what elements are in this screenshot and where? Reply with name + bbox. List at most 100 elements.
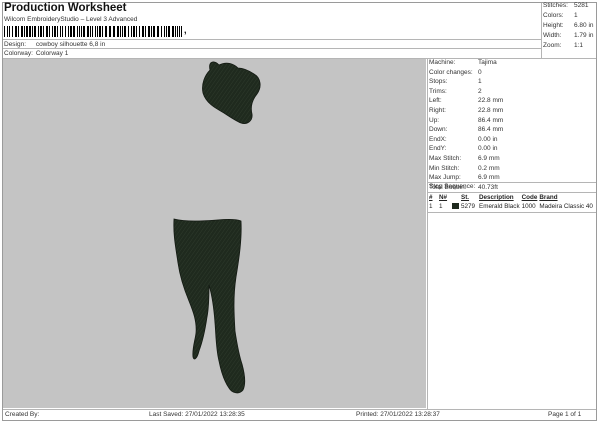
barcode-bar [164, 26, 165, 37]
barcode-bar [142, 26, 144, 37]
barcode-tail: , [184, 25, 187, 35]
cell-number: 1 [429, 203, 433, 210]
col-brand: Brand [539, 194, 558, 201]
barcode-bar [136, 26, 137, 37]
stat-width: Width: 1.79 in [543, 32, 594, 39]
cell-code: 1000 [521, 203, 536, 210]
stat-zoom: Zoom: 1:1 [543, 42, 584, 49]
col-needle: N# [439, 194, 448, 201]
barcode-bar [133, 26, 135, 37]
prop-color-changes: Color changes: 0 [429, 68, 482, 76]
barcode-bar [83, 26, 85, 37]
barcode-bar [70, 26, 72, 37]
prop-stops: Stops: 1 [429, 78, 482, 86]
footer-printed: Printed: 27/01/2022 13:28:37 [356, 411, 440, 418]
barcode-bar [124, 26, 126, 37]
barcode-bar [77, 26, 78, 37]
design-label: Design: [4, 41, 27, 48]
prop-machine: Machine: Tajima [429, 59, 497, 66]
stats-panel: Stitches: 5281 Colors: 1 Height: 6.80 in Wi… [543, 1, 594, 51]
barcode-bar [79, 26, 80, 37]
barcode-bar [157, 26, 159, 37]
prop-right: Right: 22.8 mm [429, 106, 504, 114]
col-number: # [429, 194, 433, 201]
prop-endy: EndY: 0.00 in [429, 145, 498, 153]
barcode-bar [32, 26, 33, 37]
prop-left: Left: 22.8 mm [429, 97, 504, 105]
barcode-bar [113, 26, 115, 37]
colorway-label: Colorway: [4, 50, 33, 57]
barcode-bar [166, 26, 167, 37]
prop-max-stitch: Max Stitch: 6.9 mm [429, 154, 500, 162]
cell-stitches: 5279 [461, 203, 476, 210]
colorway-value: Colorway 1 [35, 50, 69, 57]
stop-sequence-header: # N# St. Description Code Brand [429, 193, 595, 202]
barcode-bar [99, 26, 101, 37]
barcode-bar [153, 26, 155, 37]
barcode [4, 26, 184, 37]
barcode-bar [151, 26, 152, 37]
barcode-bar [122, 26, 123, 37]
barcode-bar [9, 26, 10, 37]
cowboy-silhouette-image [173, 61, 261, 394]
footer-divider [3, 409, 596, 410]
stat-colors: Colors: 1 [543, 12, 578, 19]
stat-stitches: Stitches: 5281 [543, 2, 589, 9]
barcode-bar [97, 26, 98, 37]
col-description: Description [479, 194, 514, 201]
prop-down: Down: 86.4 mm [429, 126, 504, 134]
cell-swatch [452, 202, 461, 211]
prop-min-stitch: Min Stitch: 0.2 mm [429, 164, 500, 172]
col-swatch [452, 193, 461, 202]
barcode-bar [62, 26, 63, 37]
barcode-bar [179, 26, 180, 37]
barcode-bar [177, 26, 178, 37]
barcode-bar [73, 26, 75, 37]
barcode-bar [92, 26, 93, 37]
colorway-row: Colorway: Colorway 1 [4, 50, 68, 57]
info-divider [3, 48, 541, 49]
barcode-bar [148, 26, 150, 37]
header-divider [3, 39, 541, 40]
machine-properties: Machine: Tajima Color changes: 0 Stops: 1 T… [429, 58, 503, 192]
table-row: 1 1 5279 Emerald Black 1000 Madeira Clas… [429, 202, 595, 211]
barcode-bar [49, 26, 50, 37]
barcode-bar [21, 26, 23, 37]
barcode-bar [26, 26, 28, 37]
barcode-bar [105, 26, 107, 37]
barcode-bar [95, 26, 96, 37]
footer-created-by: Created By: [5, 411, 40, 418]
cell-description: Emerald Black [479, 203, 520, 210]
stop-sequence-title: Stop Sequence: [429, 183, 476, 190]
cowboy-legs-shape [173, 218, 246, 394]
barcode-bar [4, 26, 5, 37]
barcode-bar [102, 26, 103, 37]
barcode-bar [161, 26, 162, 37]
panel-divider [427, 58, 428, 409]
barcode-bar [12, 26, 13, 37]
barcode-bar [46, 26, 48, 37]
barcode-bar [60, 26, 61, 37]
barcode-bar [52, 26, 53, 37]
barcode-bar [109, 26, 111, 37]
barcode-bar [40, 26, 42, 37]
barcode-bar [65, 26, 66, 37]
stop-sequence-table: # N# St. Description Code Brand 1 1 5279… [429, 193, 595, 211]
barcode-bar [87, 26, 89, 37]
design-preview [3, 59, 426, 408]
barcode-bar [90, 26, 91, 37]
footer-last-saved: Last Saved: 27/01/2022 13:28:35 [149, 411, 245, 418]
barcode-bar [175, 26, 176, 37]
barcode-bar [131, 26, 132, 37]
prop-up: Up: 86.4 mm [429, 116, 504, 124]
barcode-bar [145, 26, 146, 37]
barcode-bar [54, 26, 56, 37]
barcode-bar [120, 26, 121, 37]
color-swatch [452, 203, 459, 210]
stat-height: Height: 6.80 in [543, 22, 594, 29]
barcode-bar [57, 26, 58, 37]
stats-divider [541, 3, 542, 58]
barcode-bar [168, 26, 170, 37]
page-title: Production Worksheet [4, 2, 127, 14]
prop-endx: EndX: 0.00 in [429, 135, 498, 143]
